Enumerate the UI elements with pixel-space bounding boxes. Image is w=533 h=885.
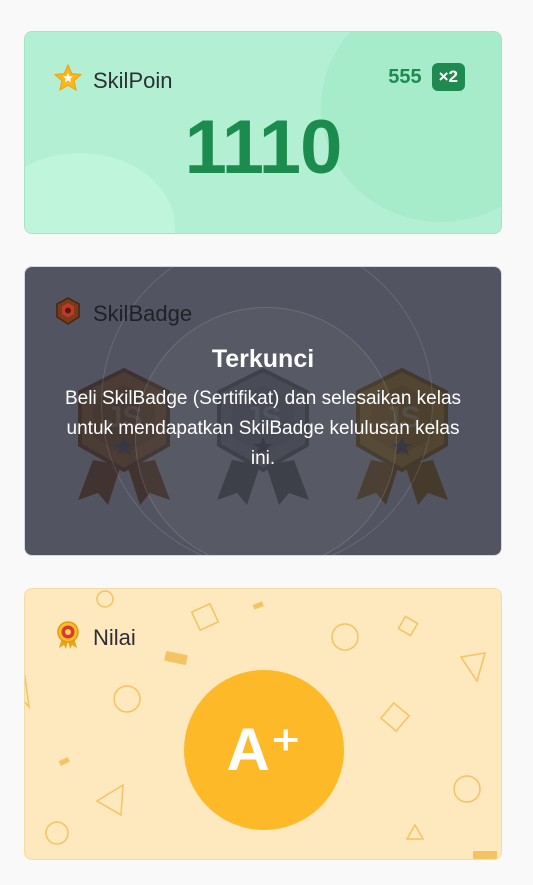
badge-icon [53, 296, 83, 331]
locked-message: Terkunci Beli SkilBadge (Sertifikat) dan… [25, 345, 501, 474]
locked-description: Beli SkilBadge (Sertifikat) dan selesaik… [64, 388, 462, 469]
raw-points: 555 [388, 65, 422, 88]
medal-icon [53, 620, 83, 655]
skilpoin-card: SkilPoin 555 ×2 1110 [24, 31, 502, 234]
grade-value: A⁺ [226, 716, 302, 783]
skilpoin-header: SkilPoin [53, 63, 172, 98]
nilai-card: Nilai A⁺ [24, 588, 502, 860]
star-icon [53, 63, 83, 98]
raw-points-group: 555 ×2 [388, 63, 465, 91]
skilpoin-title: SkilPoin [93, 67, 173, 93]
locked-title: Terkunci [211, 345, 315, 373]
grade-circle: A⁺ [184, 670, 344, 830]
skilbadge-card: JS JS JS [24, 266, 502, 556]
multiplier-badge: ×2 [431, 63, 465, 91]
nilai-title: Nilai [93, 624, 136, 650]
skilbadge-header: SkilBadge [53, 296, 192, 331]
nilai-header: Nilai [53, 620, 136, 655]
skilbadge-title: SkilBadge [93, 300, 193, 326]
total-points: 1110 [184, 105, 343, 190]
